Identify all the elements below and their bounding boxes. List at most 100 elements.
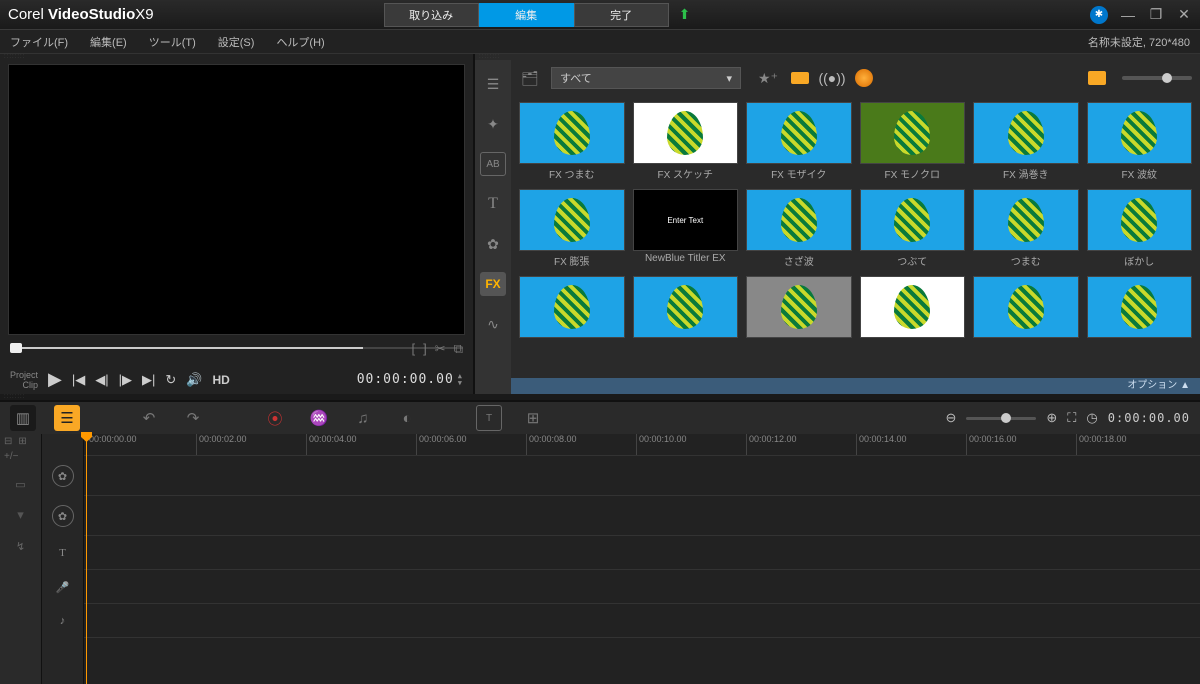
redo-button[interactable]: ↷	[180, 405, 206, 431]
go-start-button[interactable]: |◀	[72, 372, 85, 388]
fx-item[interactable]: FX 渦巻き	[973, 102, 1079, 181]
preview-canvas[interactable]	[8, 64, 465, 335]
lib-thumbsize-slider[interactable]	[1122, 76, 1192, 80]
fx-label: FX 波紋	[1087, 166, 1193, 181]
menu-settings[interactable]: 設定(S)	[218, 34, 255, 50]
lib-filter3-icon[interactable]	[853, 67, 875, 89]
tl-plus-icon[interactable]: +/−	[4, 451, 37, 462]
lib-fx-icon[interactable]: FX	[480, 272, 506, 296]
go-end-button[interactable]: ▶|	[142, 372, 155, 388]
audio-mixer-button[interactable]: ♒	[306, 405, 332, 431]
preview-timecode[interactable]: 00:00:00.00 ▲▼	[357, 372, 463, 387]
step-capture[interactable]: 取り込み	[384, 3, 479, 27]
auto-music-button[interactable]: ♫	[350, 405, 376, 431]
volume-button[interactable]: 🔊	[186, 372, 202, 388]
cut-icon[interactable]: ✂	[435, 341, 446, 357]
menu-help[interactable]: ヘルプ(H)	[276, 34, 324, 50]
fx-item[interactable]	[860, 276, 966, 340]
minimize-button[interactable]: —	[1120, 7, 1136, 23]
options-toggle[interactable]: オプション ▲	[511, 378, 1200, 394]
fx-item[interactable]	[746, 276, 852, 340]
fx-item[interactable]: FX つまむ	[519, 102, 625, 181]
zoom-in-button[interactable]: ⊕	[1046, 410, 1057, 426]
subtitle-button[interactable]: T	[476, 405, 502, 431]
lib-filter1-icon[interactable]	[789, 67, 811, 89]
track-voice[interactable]: 🎤	[42, 570, 83, 604]
playhead[interactable]	[86, 434, 87, 684]
track-voice-row[interactable]	[84, 570, 1200, 604]
track-title-row[interactable]	[84, 536, 1200, 570]
tl-mute-overlay[interactable]: ↯	[0, 526, 41, 566]
timeline-view-button[interactable]: ☰	[54, 405, 80, 431]
timeline-timecode[interactable]: 0:00:00.00	[1108, 411, 1190, 425]
hd-toggle[interactable]: HD	[212, 373, 229, 387]
menu-edit[interactable]: 編集(E)	[90, 34, 127, 50]
fit-button[interactable]: ⛶	[1067, 410, 1076, 426]
fx-item[interactable]	[973, 276, 1079, 340]
prev-frame-button[interactable]: ◀|	[95, 372, 108, 388]
fx-item[interactable]: FX モザイク	[746, 102, 852, 181]
lib-filter2-icon[interactable]: ((●))	[821, 67, 843, 89]
lib-path-icon[interactable]: ∿	[480, 312, 506, 336]
lib-title-icon[interactable]: T	[480, 192, 506, 216]
fx-item[interactable]: つぶて	[860, 189, 966, 268]
lib-instant-icon[interactable]: ✦	[480, 112, 506, 136]
fx-item[interactable]	[1087, 276, 1193, 340]
multi-view-button[interactable]: ⊞	[520, 405, 546, 431]
lib-favorite-icon[interactable]: ★⁺	[757, 67, 779, 89]
tl-collapse[interactable]: ▾	[0, 504, 41, 526]
track-video-row[interactable]	[84, 456, 1200, 496]
tl-tool1-icon[interactable]: ⊟	[4, 436, 12, 447]
lib-ab-icon[interactable]: AB	[480, 152, 506, 176]
lib-media-icon[interactable]: ☰	[480, 72, 506, 96]
fx-item[interactable]	[519, 276, 625, 340]
fx-item[interactable]: FX モノクロ	[860, 102, 966, 181]
fx-item[interactable]: Enter TextNewBlue Titler EX	[633, 189, 739, 268]
scrub-bar[interactable]: [ ] ✂ ⧉	[10, 343, 463, 361]
zoom-out-button[interactable]: ⊖	[945, 410, 956, 426]
track-overlay-row[interactable]	[84, 496, 1200, 536]
upload-icon[interactable]: ⬆	[679, 6, 691, 23]
globe-icon[interactable]: ✱	[1090, 6, 1108, 24]
fx-item[interactable]: FX 波紋	[1087, 102, 1193, 181]
tl-tool2-icon[interactable]: ⊞	[18, 436, 26, 447]
mark-out-icon[interactable]: ]	[423, 341, 427, 357]
lib-import-icon[interactable]: 🗂	[519, 67, 541, 89]
lib-category-dropdown[interactable]: すべて▾	[551, 67, 741, 89]
track-music[interactable]: ♪	[42, 604, 83, 638]
track-music-row[interactable]	[84, 604, 1200, 638]
motion-button[interactable]: ◐	[394, 405, 420, 431]
storyboard-view-button[interactable]: ▥	[10, 405, 36, 431]
step-edit[interactable]: 編集	[479, 3, 574, 27]
zoom-slider[interactable]	[966, 417, 1036, 420]
track-title[interactable]: T	[42, 536, 83, 570]
loop-button[interactable]: ↻	[165, 372, 176, 388]
fx-item[interactable]	[633, 276, 739, 340]
fx-item[interactable]: FX 膨張	[519, 189, 625, 268]
fx-item[interactable]: つまむ	[973, 189, 1079, 268]
lib-view-icon[interactable]	[1086, 67, 1108, 89]
track-overlay[interactable]: ✿	[42, 496, 83, 536]
menu-tools[interactable]: ツール(T)	[149, 34, 196, 50]
close-button[interactable]: ✕	[1176, 6, 1192, 23]
time-ruler[interactable]: 00:00:00.0000:00:02.0000:00:04.0000:00:0…	[84, 434, 1200, 456]
mode-labels: Project Clip	[10, 370, 38, 390]
expand-icon[interactable]: ⧉	[454, 341, 463, 357]
step-share[interactable]: 完了	[574, 3, 669, 27]
maximize-button[interactable]: ❐	[1148, 6, 1164, 23]
scrub-handle[interactable]	[10, 343, 22, 353]
fx-item[interactable]: さざ波	[746, 189, 852, 268]
play-button[interactable]: ▶	[48, 369, 62, 390]
next-frame-button[interactable]: |▶	[119, 372, 132, 388]
timeline-tracks[interactable]: 00:00:00.0000:00:02.0000:00:04.0000:00:0…	[84, 434, 1200, 684]
lib-transition-icon[interactable]: ✿	[480, 232, 506, 256]
track-video[interactable]: ✿	[42, 456, 83, 496]
tl-mute-video[interactable]: ▭	[0, 464, 41, 504]
record-button[interactable]: ⦿	[262, 405, 288, 431]
fx-item[interactable]: FX スケッチ	[633, 102, 739, 181]
undo-button[interactable]: ↶	[136, 405, 162, 431]
project-info: 名称未設定, 720*480	[1088, 34, 1190, 50]
menu-file[interactable]: ファイル(F)	[10, 34, 68, 50]
fx-item[interactable]: ぼかし	[1087, 189, 1193, 268]
mark-in-icon[interactable]: [	[412, 341, 416, 357]
